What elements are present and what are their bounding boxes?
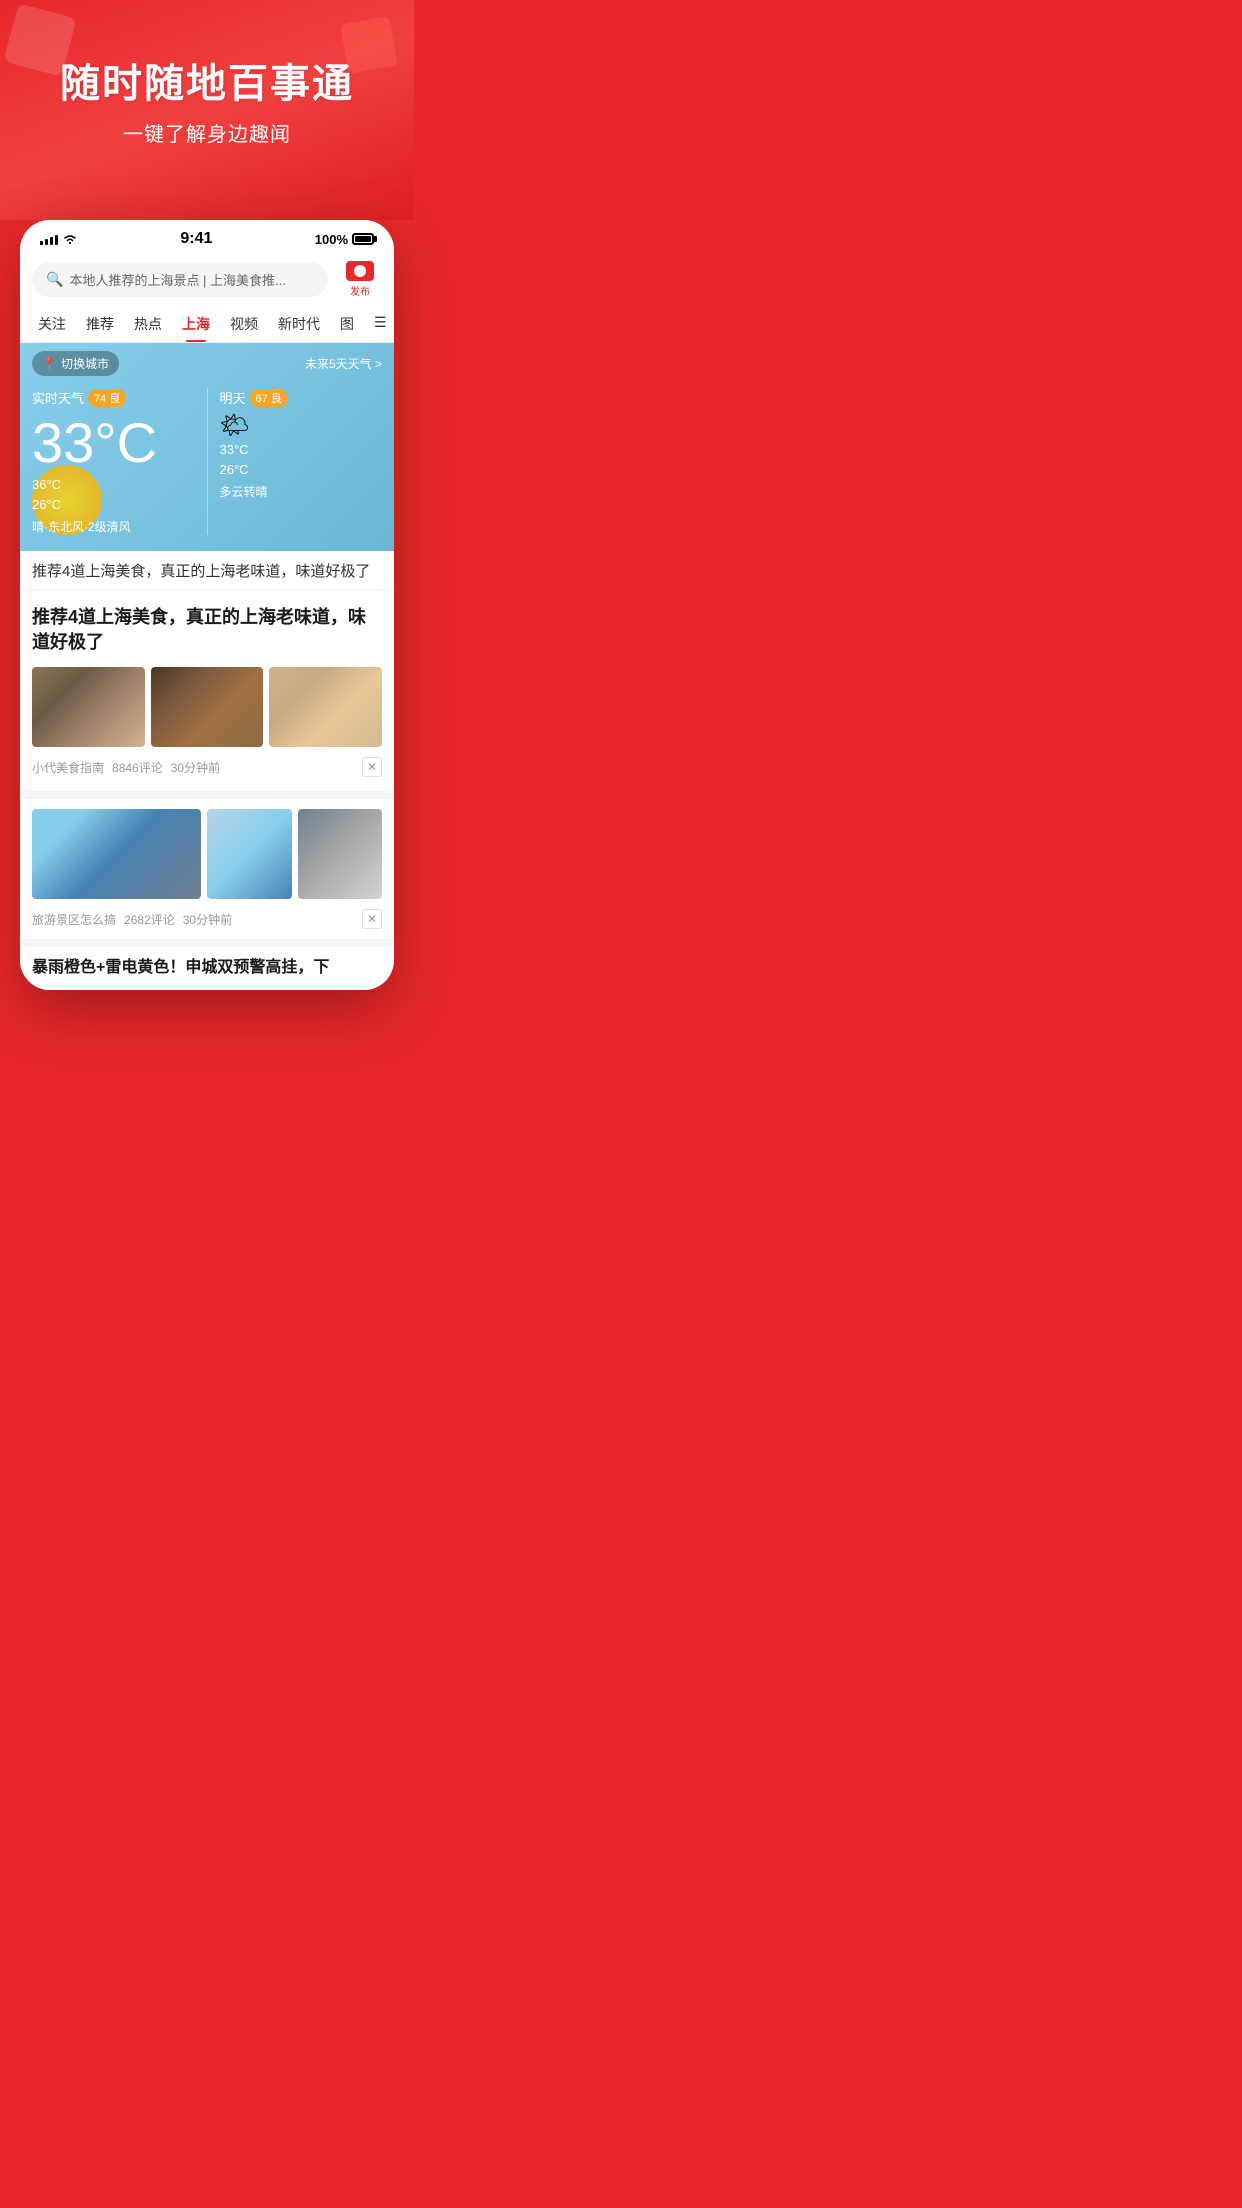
today-temp-range: 36°C 26°C [32,475,195,514]
article-image-dumpling [269,667,382,747]
status-time: 9:41 [180,230,212,248]
hero-section: 随时随地百事通 一键了解身边趣闻 [0,0,414,220]
second-article-image-2 [207,809,292,899]
main-article[interactable]: 推荐4道上海美食，真正的上海老味道，味道好极了 小代美食指南 8846评论 30… [20,591,394,799]
location-icon: 📍 [42,357,57,371]
tab-guanzhu[interactable]: 关注 [28,306,76,342]
tab-xinshidai[interactable]: 新时代 [268,306,330,342]
weather-divider [207,388,208,535]
today-weather-desc: 晴·东北风·2级清风 [32,518,195,535]
status-right: 100% [315,232,374,247]
today-temp-main: 33°C [32,415,195,471]
today-weather-label: 实时天气 [32,388,84,407]
article-image-oyster [32,667,145,747]
nav-tabs: 关注 推荐 热点 上海 视频 新时代 图 ☰ [20,306,394,343]
search-placeholder: 本地人推荐的上海景点 | 上海美食推... [69,270,314,289]
weather-quality-badge: 实时天气 74 良 [32,388,126,407]
search-section: 🔍 本地人推荐的上海景点 | 上海美食推... 发布 [20,253,394,306]
weather-today: 实时天气 74 良 33°C 36°C 26°C 晴·东北风·2级清风 [32,388,195,535]
article-behind[interactable]: 推荐4道上海美食，真正的上海老味道，味道好极了 [20,551,394,591]
camera-icon [346,261,374,281]
signal-bars-icon [40,233,58,245]
camera-button[interactable]: 发布 [338,261,382,298]
second-article-images [32,809,382,899]
bottom-red-section [0,990,414,1020]
second-article-comments: 2682评论 [124,911,175,928]
tab-menu[interactable]: ☰ [364,306,394,342]
tomorrow-quality-text: 良 [271,393,282,405]
second-article-source: 旅游景区怎么搞 [32,911,116,928]
signal-bar-3 [50,237,53,245]
camera-lens [354,265,366,277]
today-quality-score: 74 [94,393,106,405]
future-weather-text: 未来5天天气 > [305,355,382,372]
status-bar: 9:41 100% [20,220,394,253]
tab-shipin[interactable]: 视频 [220,306,268,342]
second-article-image-1 [32,809,201,899]
today-quality-text: 良 [109,393,120,405]
tomorrow-temp-low: 26°C [220,462,249,477]
weather-widget: 📍 切换城市 未来5天天气 > 实时天气 74 良 [20,343,394,551]
future-weather-link[interactable]: 未来5天天气 > [305,355,382,372]
article-comments: 8846评论 [112,759,163,776]
tab-tu[interactable]: 图 [330,306,364,342]
article-close-button[interactable]: ✕ [362,757,382,777]
today-temp-low: 26°C [32,497,61,512]
battery-fill [355,236,371,242]
signal-bar-2 [45,239,48,245]
hero-subtitle: 一键了解身边趣闻 [20,118,394,147]
tomorrow-weather-icon: 🌤 [220,411,383,440]
tomorrow-header: 明天 67 良 [220,388,383,407]
second-article-time: 30分钟前 [183,911,232,928]
today-temp-high: 36°C [32,477,61,492]
battery-icon [352,233,374,245]
tab-shanghai[interactable]: 上海 [172,306,220,342]
tomorrow-quality-score: 67 [256,393,268,405]
tomorrow-label: 明天 [220,388,246,407]
hero-title: 随时随地百事通 [20,60,394,108]
tab-tuijian[interactable]: 推荐 [76,306,124,342]
third-article-title: 暴雨橙色+雷电黄色！申城双预警高挂，下 [32,957,382,979]
tomorrow-desc: 多云转晴 [220,483,383,500]
signal-bar-4 [55,235,58,245]
signal-bar-1 [40,241,43,245]
battery-percent: 100% [315,232,348,247]
second-article-image-3 [298,809,383,899]
tomorrow-temp-high: 33°C [220,442,249,457]
article-source: 小代美食指南 [32,759,104,776]
article-image-braised [151,667,264,747]
article-behind-title: 推荐4道上海美食，真正的上海老味道，味道好极了 [32,561,382,582]
city-switch-label: 切换城市 [61,355,109,372]
third-article[interactable]: 暴雨橙色+雷电黄色！申城双预警高挂，下 [20,947,394,989]
today-quality-badge: 74 良 [88,389,126,407]
second-article-meta: 旅游景区怎么搞 2682评论 30分钟前 ✕ [32,909,382,929]
weather-tomorrow: 明天 67 良 🌤 33°C 26°C 多云转晴 [220,388,383,535]
search-icon: 🔍 [46,271,63,288]
article-meta: 小代美食指南 8846评论 30分钟前 ✕ [32,757,382,777]
city-switch-button[interactable]: 📍 切换城市 [32,351,119,376]
tomorrow-temps: 33°C 26°C [220,440,383,479]
search-bar[interactable]: 🔍 本地人推荐的上海景点 | 上海美食推... [32,262,328,297]
phone-container: 9:41 100% 🔍 本地人推荐的上海景点 | 上海美食推... 发布 [0,220,414,990]
weather-body: 实时天气 74 良 33°C 36°C 26°C 晴·东北风·2级清风 [20,380,394,551]
tab-redian[interactable]: 热点 [124,306,172,342]
weather-header: 📍 切换城市 未来5天天气 > [20,343,394,380]
second-article[interactable]: 旅游景区怎么搞 2682评论 30分钟前 ✕ [20,799,394,947]
main-article-title: 推荐4道上海美食，真正的上海老味道，味道好极了 [32,605,382,655]
tomorrow-quality-badge: 67 良 [250,389,288,407]
phone-mockup: 9:41 100% 🔍 本地人推荐的上海景点 | 上海美食推... 发布 [20,220,394,990]
article-time: 30分钟前 [171,759,220,776]
status-left [40,233,78,245]
wifi-icon [62,233,78,245]
second-article-close-button[interactable]: ✕ [362,909,382,929]
camera-label: 发布 [350,283,370,298]
article-images [32,667,382,747]
deco-square-tr [340,16,398,74]
